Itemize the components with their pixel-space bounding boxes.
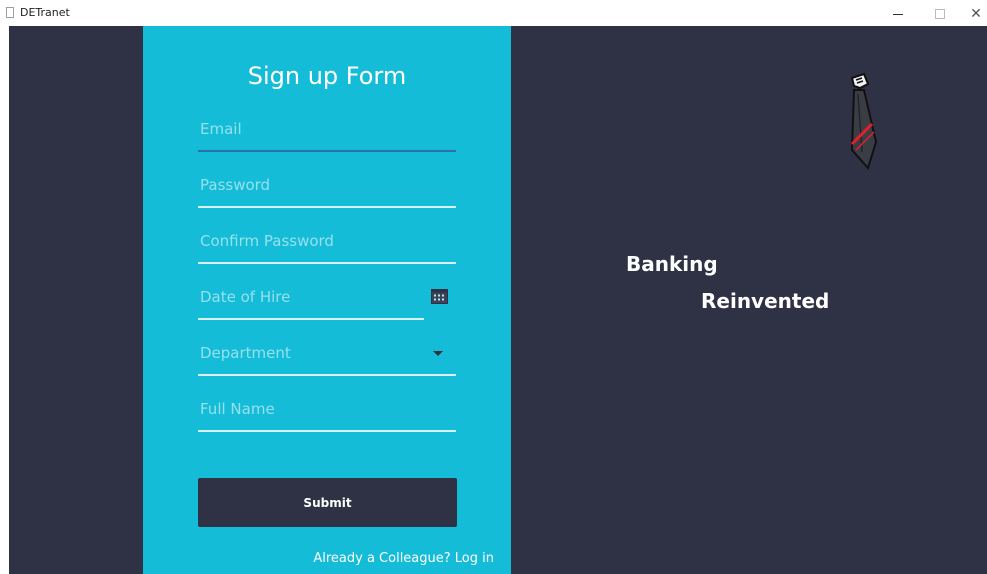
full-name-field[interactable]: Full Name xyxy=(198,392,456,432)
tagline-reinvented: Reinvented xyxy=(701,289,830,313)
confirm-password-field[interactable]: Confirm Password xyxy=(198,224,456,264)
minimize-icon xyxy=(893,14,903,15)
confirm-password-placeholder: Confirm Password xyxy=(200,232,334,250)
password-underline xyxy=(198,206,456,208)
date-of-hire-field[interactable]: Date of Hire xyxy=(198,280,424,320)
department-placeholder: Department xyxy=(200,344,291,362)
tie-logo-icon xyxy=(850,72,878,170)
maximize-button[interactable] xyxy=(922,0,958,26)
form-title: Sign up Form xyxy=(247,62,407,90)
date-of-hire-underline xyxy=(198,318,424,320)
login-link[interactable]: Already a Colleague? Log in xyxy=(313,551,494,566)
maximize-icon xyxy=(935,9,945,19)
email-underline xyxy=(198,150,456,152)
tagline-banking: Banking xyxy=(626,252,718,276)
full-name-placeholder: Full Name xyxy=(200,400,275,418)
main-area: Sign up Form Email Password Confirm Pass… xyxy=(9,26,987,574)
window-titlebar: DETranet ✕ xyxy=(0,0,987,26)
minimize-button[interactable] xyxy=(880,0,916,26)
email-placeholder: Email xyxy=(200,120,242,138)
signup-form-panel: Sign up Form Email Password Confirm Pass… xyxy=(143,26,511,574)
password-field[interactable]: Password xyxy=(198,168,456,208)
submit-button[interactable]: Submit xyxy=(198,478,457,527)
confirm-password-underline xyxy=(198,262,456,264)
calendar-icon[interactable] xyxy=(431,288,448,304)
password-placeholder: Password xyxy=(200,176,271,194)
app-icon xyxy=(6,7,14,18)
chevron-down-icon[interactable] xyxy=(433,351,443,356)
department-select[interactable]: Department xyxy=(198,336,456,376)
full-name-underline xyxy=(198,430,456,432)
window-title: DETranet xyxy=(20,6,70,19)
email-field[interactable]: Email xyxy=(198,112,456,152)
close-button[interactable]: ✕ xyxy=(958,0,987,26)
date-of-hire-placeholder: Date of Hire xyxy=(200,288,291,306)
department-underline xyxy=(198,374,456,376)
